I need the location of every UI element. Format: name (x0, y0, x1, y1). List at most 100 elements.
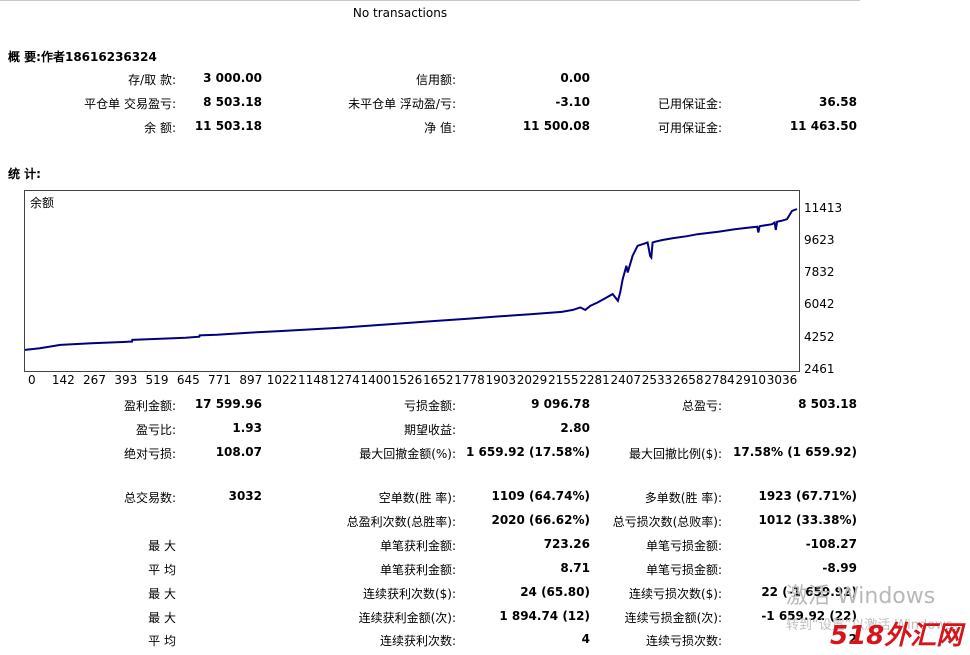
x-tick-label: 1526 (391, 373, 423, 387)
summary-value: 11 500.08 (522, 119, 590, 133)
chart-legend-label: 余额 (30, 196, 55, 210)
stats-label: 连续亏损金额(次): (624, 611, 722, 625)
summary-value: 0.00 (560, 71, 590, 85)
stats-label: 多单数(胜 率): (644, 491, 722, 505)
x-tick-label: 2407 (610, 373, 642, 387)
summary-label: 信用额: (415, 73, 456, 87)
stats-value: 1012 (33.38%) (758, 513, 857, 527)
summary-label: 存/取 款: (128, 73, 176, 87)
stats-label: 连续亏损次数($): (628, 587, 722, 601)
stats-value: 1 659.92 (17.58%) (466, 445, 590, 459)
x-tick-label: 393 (114, 373, 138, 387)
summary-value: 36.58 (819, 95, 857, 109)
summary-value: 8 503.18 (203, 95, 262, 109)
stats-label: 连续获利金额(次): (358, 611, 456, 625)
x-tick-label: 1903 (485, 373, 517, 387)
summary-label: 可用保证金: (657, 121, 722, 135)
y-tick-label: 2461 (804, 362, 835, 376)
stats-value: -108.27 (805, 537, 857, 551)
x-tick-label: 2281 (579, 373, 610, 387)
x-tick-label: 3036 (766, 373, 798, 387)
stats-label: 平 均 (148, 634, 176, 648)
summary-value: 3 000.00 (203, 71, 262, 85)
stats-label: 空单数(胜 率): (378, 491, 456, 505)
stats-label: 总盈利次数(总胜率): (346, 515, 456, 529)
x-tick-label: 142 (51, 373, 75, 387)
stats-title: 统 计: (8, 167, 41, 181)
stats-value: 24 (65.80) (520, 585, 590, 599)
stats-label: 平 均 (148, 563, 176, 577)
x-tick-label: 1652 (423, 373, 454, 387)
y-tick-label: 9623 (804, 233, 835, 247)
top-divider (0, 0, 860, 1)
site-logo: 518外汇网 (830, 621, 963, 651)
summary-label: 余 额: (144, 121, 176, 135)
x-tick-label: 2784 (704, 373, 735, 387)
balance-line (24, 208, 798, 351)
summary-value: 11 463.50 (789, 119, 857, 133)
balance-chart-frame (24, 190, 800, 372)
stats-value: 17.58% (1 659.92) (733, 445, 857, 459)
x-tick-label: 519 (145, 373, 169, 387)
stats-label: 绝对亏损: (123, 447, 176, 461)
summary-label: 未平仓单 浮动盈/亏: (348, 97, 456, 111)
stats-value: 4 (581, 632, 590, 646)
stats-value: 1 894.74 (12) (499, 609, 590, 623)
stats-label: 总亏损次数(总败率): (612, 515, 722, 529)
stats-value: 8.71 (560, 561, 590, 575)
stats-value: 108.07 (215, 445, 262, 459)
y-tick-label: 11413 (804, 201, 843, 215)
stats-value: 1923 (67.71%) (758, 489, 857, 503)
x-tick-label: 645 (176, 373, 200, 387)
stats-value: 723.26 (543, 537, 590, 551)
stats-label: 单笔获利金额: (379, 563, 456, 577)
stats-label: 最大回撤比例($): (628, 447, 722, 461)
x-tick-label: 1148 (298, 373, 329, 387)
x-tick-label: 1400 (360, 373, 392, 387)
stats-label: 连续获利次数: (379, 634, 456, 648)
stats-label: 最 大 (148, 587, 176, 601)
summary-label: 平仓单 交易盈亏: (84, 97, 176, 111)
x-tick-label: 1022 (266, 373, 298, 387)
y-tick-label: 7832 (804, 265, 835, 279)
x-tick-label: 2533 (641, 373, 673, 387)
x-tick-label: 2658 (673, 373, 704, 387)
stats-label: 盈亏比: (135, 423, 176, 437)
stats-value: 2020 (66.62%) (491, 513, 590, 527)
summary-value: 11 503.18 (194, 119, 262, 133)
x-tick-label: 2910 (735, 373, 767, 387)
x-tick-label: 0 (28, 373, 36, 387)
stats-value: 2.80 (560, 421, 590, 435)
stats-value: 3032 (228, 489, 262, 503)
summary-title: 概 要:作者18616236324 (8, 50, 157, 64)
y-tick-label: 6042 (804, 297, 835, 311)
summary-label: 已用保证金: (657, 97, 722, 111)
watermark-activate-windows: 激活 Windows (786, 584, 936, 609)
x-tick-label: 1274 (329, 373, 360, 387)
stats-label: 盈利金额: (123, 399, 176, 413)
x-tick-label: 1778 (454, 373, 485, 387)
stats-value: 1109 (64.74%) (491, 489, 590, 503)
x-tick-label: 267 (83, 373, 106, 387)
summary-label: 净 值: (424, 121, 456, 135)
stats-label: 单笔亏损金额: (645, 563, 722, 577)
stats-label: 最大回撤金额(%): (359, 447, 456, 461)
stats-label: 期望收益: (403, 423, 456, 437)
stats-label: 单笔亏损金额: (645, 539, 722, 553)
stats-value: 1.93 (232, 421, 262, 435)
x-tick-label: 2029 (516, 373, 548, 387)
no-transactions-text: No transactions (352, 6, 448, 20)
stats-label: 亏损金额: (403, 399, 456, 413)
x-tick-label: 771 (208, 373, 231, 387)
stats-value: 17 599.96 (194, 397, 262, 411)
stats-value: 8 503.18 (798, 397, 857, 411)
y-tick-label: 4252 (804, 330, 835, 344)
stats-value: 9 096.78 (531, 397, 590, 411)
stats-value: -8.99 (822, 561, 857, 575)
stats-label: 总交易数: (123, 491, 176, 505)
stats-label: 最 大 (148, 611, 176, 625)
stats-label: 单笔获利金额: (379, 539, 456, 553)
x-tick-label: 2155 (548, 373, 579, 387)
x-tick-label: 897 (239, 373, 263, 387)
balance-chart (24, 208, 798, 351)
